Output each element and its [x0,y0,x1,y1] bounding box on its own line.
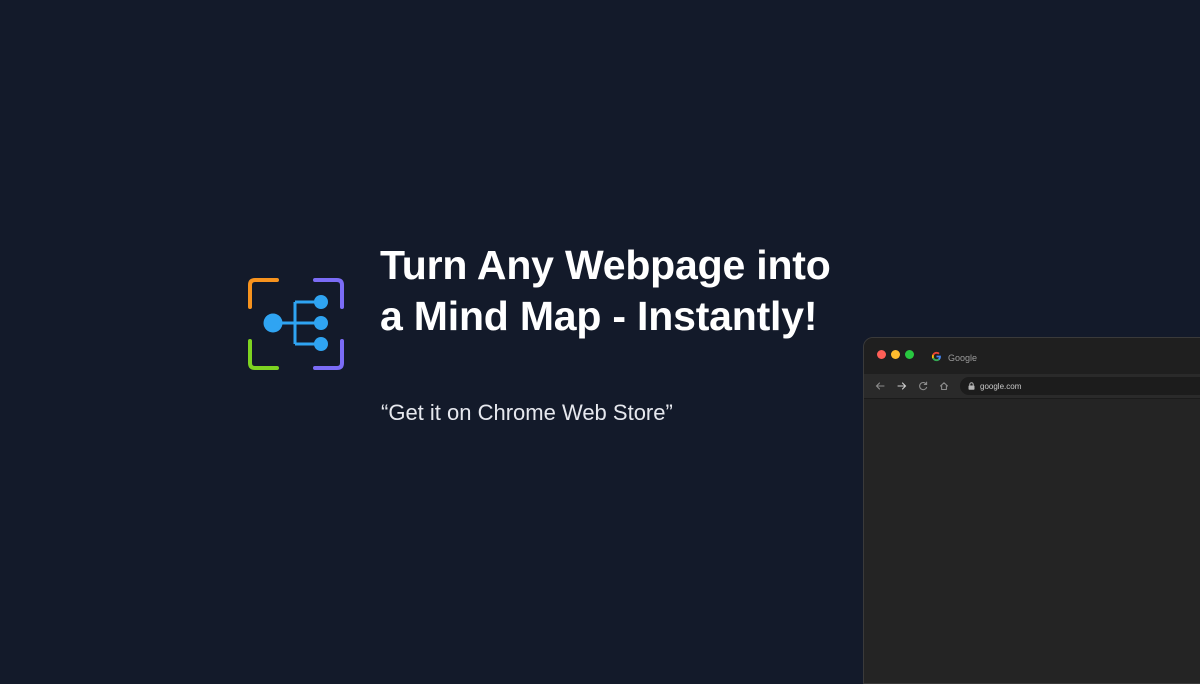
address-bar[interactable]: google.com [960,377,1200,395]
mind-map-logo-icon [247,277,345,371]
close-dot[interactable] [877,350,886,359]
lock-icon [968,377,975,395]
browser-mockup: Google google.com [863,337,1200,684]
address-url: google.com [980,381,1022,391]
browser-titlebar: Google [864,338,1200,374]
browser-tab[interactable]: Google [931,349,977,367]
home-icon[interactable] [937,379,951,393]
headline: Turn Any Webpage into a Mind Map - Insta… [380,242,831,339]
browser-viewport [864,399,1200,683]
tab-title: Google [948,353,978,363]
back-arrow-icon[interactable] [873,379,887,393]
maximize-dot[interactable] [905,350,914,359]
reload-icon[interactable] [916,379,930,393]
hero-section: Turn Any Webpage into a Mind Map - Insta… [0,0,1200,684]
chrome-web-store-tagline: “Get it on Chrome Web Store” [381,400,673,425]
browser-toolbar: google.com [864,374,1200,399]
google-favicon-icon [931,349,942,367]
minimize-dot[interactable] [891,350,900,359]
forward-arrow-icon[interactable] [895,379,909,393]
